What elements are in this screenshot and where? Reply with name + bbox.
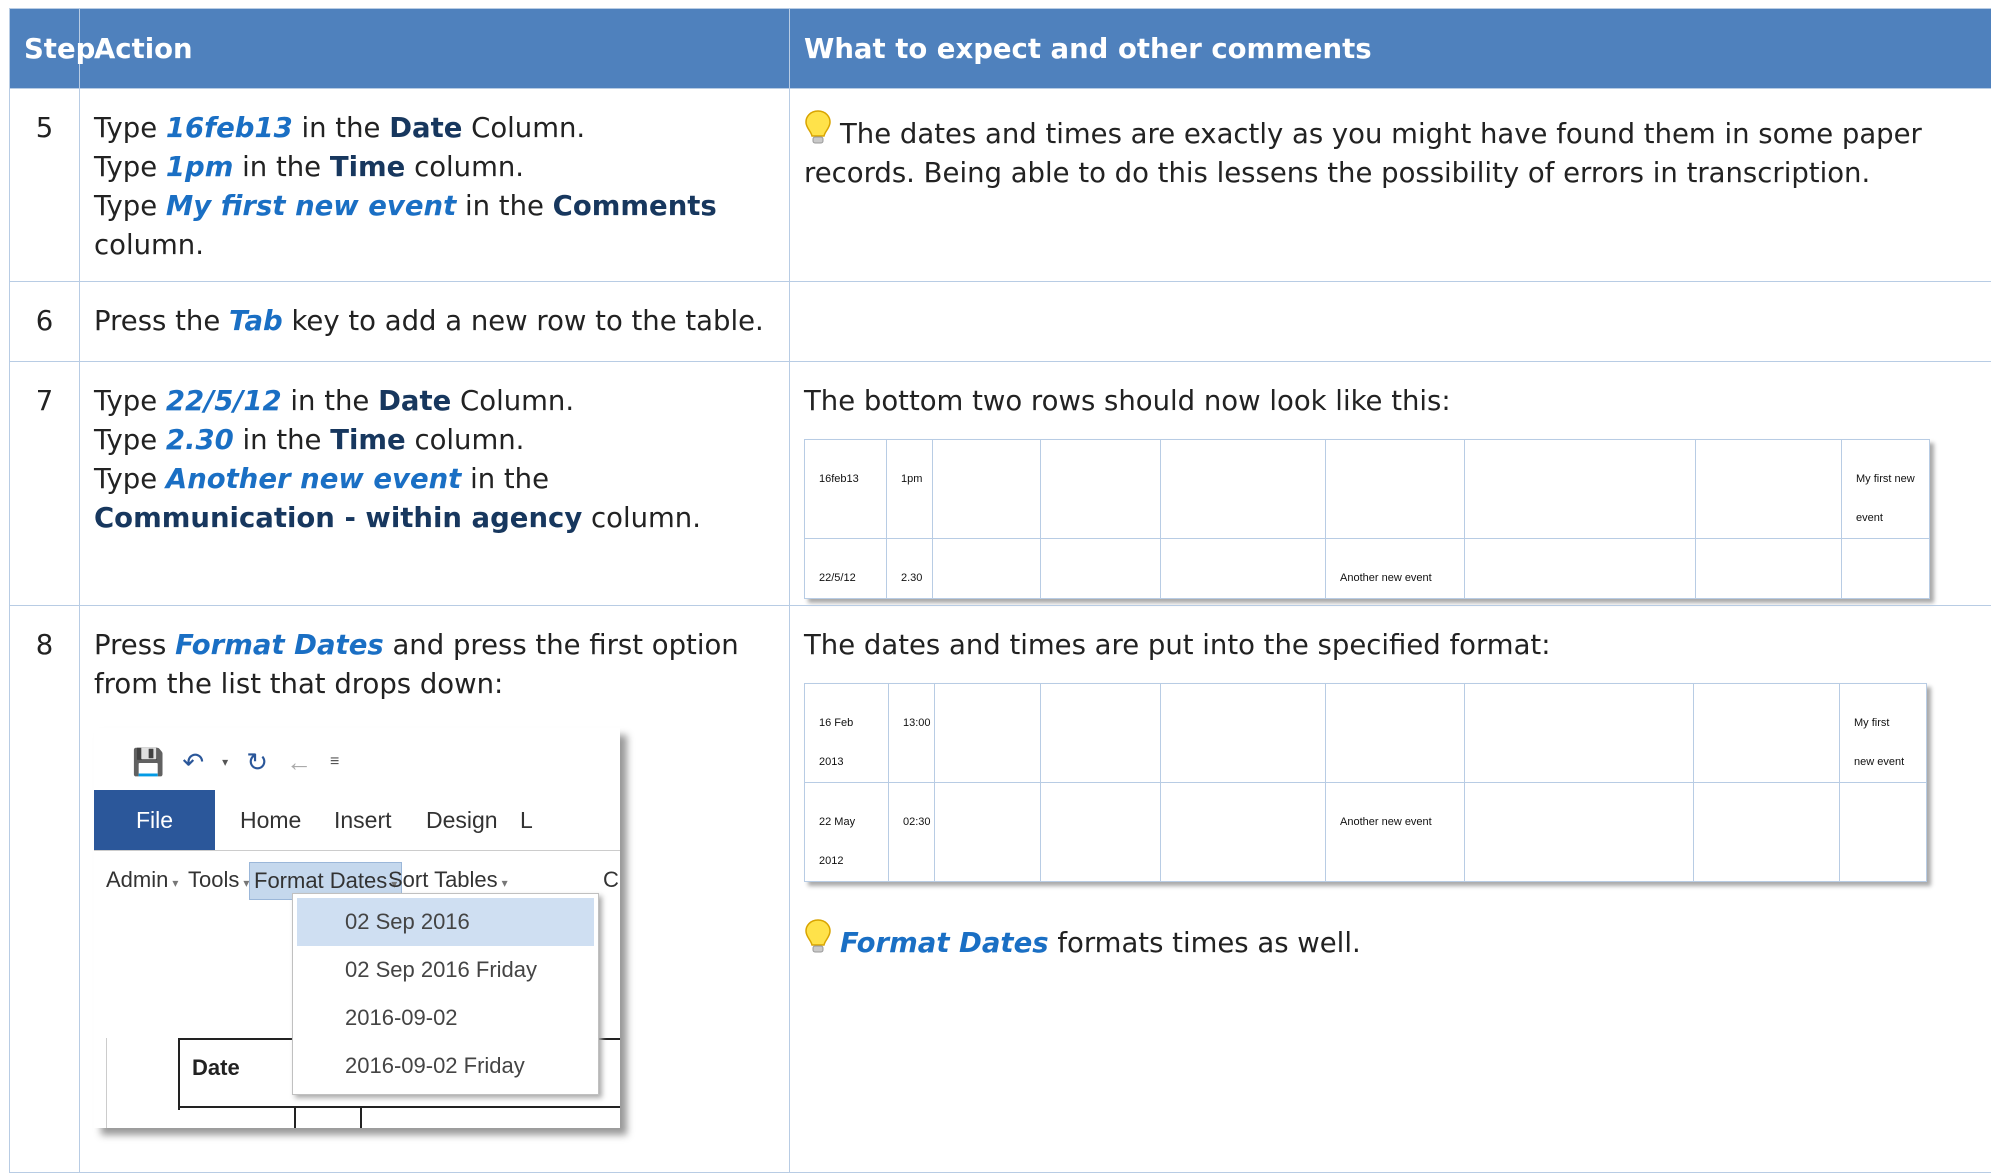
lightbulb-icon [804, 918, 832, 956]
menu-admin[interactable]: Admin▾ [102, 862, 182, 898]
dropdown-option[interactable]: 02 Sep 2016 [297, 898, 594, 946]
format-dates-dropdown: 02 Sep 2016 02 Sep 2016 Friday 2016-09-0… [292, 893, 599, 1095]
menu-more[interactable]: C [599, 862, 620, 898]
redo-icon[interactable]: ↻ [246, 747, 268, 777]
preview-table-formatted: 16 Feb 201313:00My first new event 22 Ma… [804, 683, 1927, 882]
action-line: Type 2.30 in the Time column. [94, 421, 775, 460]
step-action: Press the Tab key to add a new row to th… [80, 282, 790, 362]
table-row: 22 May 201202:30Another new event [805, 783, 1927, 882]
instructions-page: Step Action What to expect and other com… [0, 0, 1991, 1171]
action-text: Press Format Dates and press the first o… [94, 626, 775, 704]
step-comment: The bottom two rows should now look like… [790, 362, 1991, 606]
step-number: 6 [10, 282, 80, 362]
quick-access-toolbar: 💾 ↶ ▾ ↻ ← ≡ [132, 742, 339, 782]
action-line: Type My first new event in the Comments … [94, 187, 775, 265]
preview-table-raw: 16feb131pmMy first new event 22/5/122.30… [804, 439, 1930, 599]
step-row-8: 8 Press Format Dates and press the first… [10, 606, 1991, 1173]
step-action: Type 16feb13 in the Date Column. Type 1p… [80, 89, 790, 282]
header-row: Step Action What to expect and other com… [10, 9, 1991, 89]
step-action: Type 22/5/12 in the Date Column. Type 2.… [80, 362, 790, 606]
step-comment [790, 282, 1991, 362]
dropdown-option[interactable]: 2016-09-02 [297, 994, 594, 1042]
dropdown-option[interactable]: 02 Sep 2016 Friday [297, 946, 594, 994]
back-arrow-icon[interactable]: ← [286, 747, 312, 777]
header-action: Action [80, 9, 790, 89]
step-row-5: 5 Type 16feb13 in the Date Column. Type … [10, 89, 1991, 282]
menu-tools[interactable]: Tools▾ [184, 862, 253, 898]
step-comment: The dates and times are put into the spe… [790, 606, 1991, 1173]
undo-icon[interactable]: ↶ [182, 747, 204, 777]
customize-toolbar-icon[interactable]: ≡ [330, 747, 339, 777]
ribbon-tabs: File Home Insert Design L [94, 790, 620, 851]
chevron-down-icon: ▾ [502, 876, 508, 890]
step-row-7: 7 Type 22/5/12 in the Date Column. Type … [10, 362, 1991, 606]
date-column-header: Date [192, 1048, 240, 1087]
header-comments: What to expect and other comments [790, 9, 1991, 89]
chevron-down-icon: ▾ [172, 876, 178, 890]
tip-line: Format Dates formats times as well. [804, 918, 1977, 963]
lightbulb-icon [804, 109, 832, 147]
table-row: 22/5/122.30Another new event [805, 539, 1930, 599]
step-number: 7 [10, 362, 80, 606]
table-row: 16 Feb 201313:00My first new event [805, 684, 1927, 783]
action-line: Type Another new event in the Communicat… [94, 460, 775, 538]
step-row-6: 6 Press the Tab key to add a new row to … [10, 282, 1991, 362]
step-number: 5 [10, 89, 80, 282]
dropdown-option[interactable]: 2016-09-02 Friday [297, 1042, 594, 1090]
action-line: Type 16feb13 in the Date Column. [94, 109, 775, 148]
step-comment: The dates and times are exactly as you m… [790, 89, 1991, 282]
header-step: Step [10, 9, 80, 89]
steps-table: Step Action What to expect and other com… [9, 8, 1991, 1173]
ribbon-screenshot: 💾 ↶ ▾ ↻ ← ≡ File Home Insert Design L [94, 728, 620, 1128]
tab-file[interactable]: File [94, 790, 215, 850]
step-action: Press Format Dates and press the first o… [80, 606, 790, 1173]
tab-layout[interactable]: L [492, 790, 561, 850]
chevron-down-icon[interactable]: ▾ [222, 747, 228, 777]
save-icon[interactable]: 💾 [132, 747, 164, 777]
action-line: Type 1pm in the Time column. [94, 148, 775, 187]
step-number: 8 [10, 606, 80, 1173]
action-line: Type 22/5/12 in the Date Column. [94, 382, 775, 421]
table-row: 16feb131pmMy first new event [805, 440, 1930, 539]
